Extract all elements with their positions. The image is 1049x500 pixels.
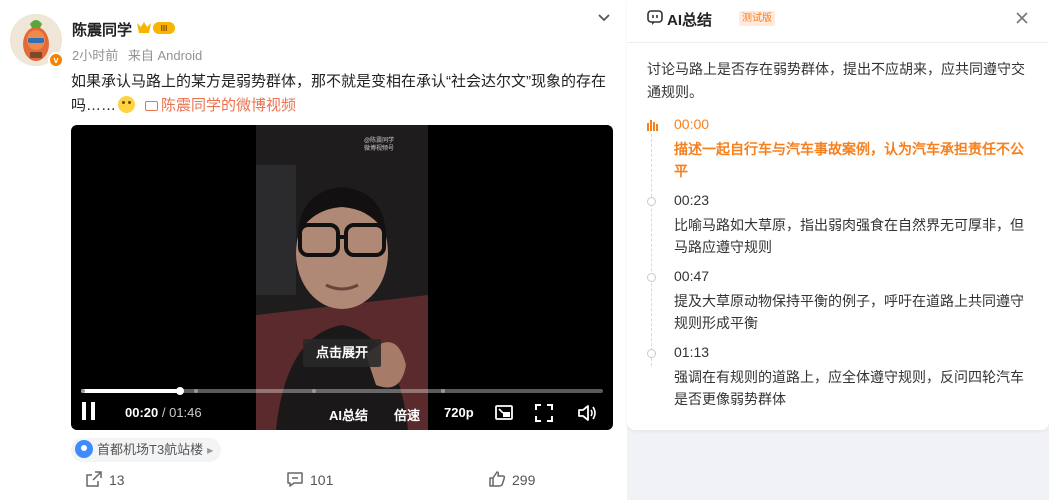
comment-count: 101: [310, 472, 334, 488]
chapter-text: 描述一起自行车与汽车事故案例，认为汽车承担责任不公平: [674, 141, 1024, 179]
avatar[interactable]: v: [10, 14, 64, 68]
share-count: 13: [109, 472, 125, 488]
video-player[interactable]: @陈震同学 微博视频号 点击展开 00:20 / 01:46 AI总结 倍速 7…: [71, 125, 613, 430]
chapter-marker[interactable]: [81, 389, 85, 393]
like-count: 299: [512, 472, 536, 488]
chapter-text: 提及大草原动物保持平衡的例子，呼吁在道路上共同遵守规则形成平衡: [674, 293, 1024, 331]
location-pin-icon: [75, 440, 93, 458]
beta-badge: 测试版: [739, 11, 775, 26]
chapter-time: 00:23: [674, 192, 710, 208]
video-person-image: [256, 125, 428, 430]
timeline-dot: [647, 273, 656, 282]
vip-level-text: III: [161, 24, 168, 33]
username[interactable]: 陈震同学: [72, 19, 132, 40]
current-time: 00:20: [125, 405, 159, 420]
progress-fill: [81, 389, 180, 393]
chapter-marker[interactable]: [441, 389, 446, 393]
chapter-item[interactable]: 01:13 强调在有规则的道路上，应全体遵守规则，反问四轮汽车是否更像弱势群体: [627, 342, 1049, 412]
watermark-sub: 微博视频号: [364, 146, 395, 152]
fullscreen-icon[interactable]: [534, 403, 554, 423]
post-meta: 2小时前 来自 Android: [72, 45, 208, 64]
ai-summary-text: 讨论马路上是否存在弱势群体，提出不应胡来，应共同遵守交通规则。: [647, 61, 1025, 100]
video-watermark: @陈震同学 微博视频号: [364, 137, 394, 153]
duration: / 01:46: [161, 405, 202, 420]
pip-icon[interactable]: [494, 403, 514, 423]
expand-button[interactable]: 点击展开: [303, 339, 381, 367]
chapter-item[interactable]: 00:00 描述一起自行车与汽车事故案例，认为汽车承担责任不公平: [627, 114, 1049, 184]
chapter-time: 00:00: [674, 116, 710, 132]
chapter-text: 比喻马路如大草原，指出弱肉强食在自然界无可厚非，但马路应遵守规则: [674, 217, 1024, 255]
post-actions: 13 101 299: [0, 470, 627, 494]
verified-badge: v: [48, 52, 64, 68]
vip-badge: III: [135, 19, 177, 36]
pause-icon[interactable]: [81, 402, 97, 422]
quality-button[interactable]: 720p: [444, 405, 474, 420]
like-button[interactable]: 299: [488, 470, 535, 488]
share-icon: [86, 471, 102, 487]
caret-right-icon: ▶: [207, 446, 214, 455]
weibo-post-card: v 陈震同学 III 2小时前 来自 Android 如果承认马路上的某方是弱势…: [0, 0, 627, 500]
chapter-time: 01:13: [674, 344, 710, 360]
chapter-text: 强调在有规则的道路上，应全体遵守规则，反问四轮汽车是否更像弱势群体: [674, 369, 1024, 407]
location-tag[interactable]: 首都机场T3航站楼 ▶: [71, 438, 222, 462]
comment-icon: [287, 472, 303, 487]
post-text: 如果承认马路上的某方是弱势群体，那不就是变相在承认“社会达尔文”现象的存在吗………: [71, 70, 616, 118]
video-icon: [145, 101, 159, 111]
smile-emoji-icon: [118, 96, 136, 113]
ai-summary-panel: AI总结 测试版 讨论马路上是否存在弱势群体，提出不应胡来，应共同遵守交通规则。…: [627, 0, 1049, 430]
ai-summary-button[interactable]: AI总结: [329, 405, 368, 424]
close-icon[interactable]: [1015, 11, 1029, 25]
video-frame: @陈震同学 微博视频号: [256, 125, 428, 430]
video-controls: 00:20 / 01:46 AI总结 倍速 720p: [71, 397, 613, 429]
chapter-time: 00:47: [674, 268, 710, 284]
chapter-marker[interactable]: [194, 389, 199, 393]
speed-button[interactable]: 倍速: [394, 405, 420, 424]
video-source-link[interactable]: 陈震同学的微博视频: [145, 97, 296, 114]
video-time: 00:20 / 01:46: [125, 405, 202, 420]
location-label: 首都机场T3航站楼: [97, 442, 204, 457]
watermark-handle: @陈震同学: [364, 138, 395, 144]
post-source: 来自 Android: [127, 48, 203, 63]
volume-icon[interactable]: [577, 403, 597, 423]
progress-knob[interactable]: [175, 387, 184, 395]
progress-bar[interactable]: [81, 387, 603, 395]
share-button[interactable]: 13: [85, 470, 125, 488]
divider: [627, 42, 1049, 43]
timeline-dot: [647, 197, 656, 206]
video-link-label: 陈震同学的微博视频: [161, 97, 297, 114]
like-icon: [489, 471, 506, 487]
post-time[interactable]: 2小时前: [72, 48, 118, 63]
chapter-marker[interactable]: [312, 389, 317, 393]
comment-button[interactable]: 101: [286, 470, 333, 488]
waveform-icon: [647, 120, 658, 131]
ai-logo-icon: [647, 10, 663, 25]
chevron-down-icon[interactable]: [596, 10, 612, 26]
chapter-item[interactable]: 00:47 提及大草原动物保持平衡的例子，呼吁在道路上共同遵守规则形成平衡: [627, 266, 1049, 336]
timeline-dot: [647, 349, 656, 358]
chapter-item[interactable]: 00:23 比喻马路如大草原，指出弱肉强食在自然界无可厚非，但马路应遵守规则: [627, 190, 1049, 260]
ai-panel-title: AI总结: [667, 12, 713, 29]
